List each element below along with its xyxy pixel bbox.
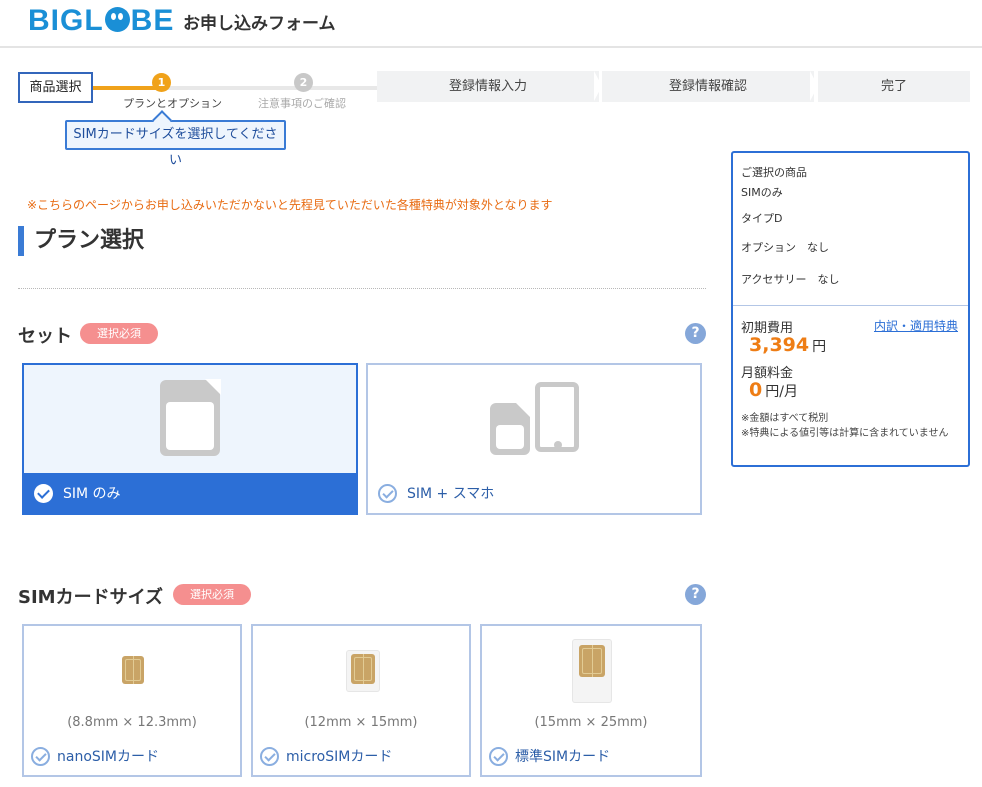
summary-option: オプション なし xyxy=(741,241,829,254)
smartphone-icon xyxy=(535,382,579,452)
sim-size-label: 標準SIMカード xyxy=(489,746,610,766)
breakdown-link[interactable]: 内訳・適用特典 xyxy=(874,317,958,334)
step-registration-input: 登録情報入力 xyxy=(377,71,599,102)
set-section-title: セット xyxy=(18,326,72,347)
substep-1-number: 1 xyxy=(152,73,171,92)
benefit-notice: ※こちらのページからお申し込みいただかないと先程見ていただいた各種特典が対象外と… xyxy=(27,198,553,212)
step-product-selection: 商品選択 xyxy=(18,72,93,103)
step-registration-confirm: 登録情報確認 xyxy=(602,71,814,102)
help-icon[interactable]: ? xyxy=(685,584,706,605)
summary-accessory: アクセサリー なし xyxy=(741,273,840,286)
tax-note: ※金額はすべて税別 xyxy=(741,413,829,424)
sim-size-label: microSIMカード xyxy=(260,746,392,766)
sim-dimensions: (8.8mm × 12.3mm) xyxy=(67,715,197,730)
summary-product: SIMのみ xyxy=(741,186,783,199)
step-separator xyxy=(594,71,602,101)
logo-face-icon xyxy=(104,7,130,32)
biglobe-logo[interactable]: BIGL BE xyxy=(28,4,174,38)
option-label: SIM + スマホ xyxy=(407,486,495,502)
header-title: お申し込みフォーム xyxy=(183,14,336,34)
instruction-tooltip: SIMカードサイズを選択してください xyxy=(65,120,286,168)
sim-size-section-title: SIMカードサイズ xyxy=(18,587,164,608)
step-separator xyxy=(810,71,818,101)
summary-heading: ご選択の商品 xyxy=(741,166,807,179)
check-icon xyxy=(31,746,50,766)
nano-sim-icon xyxy=(122,656,144,684)
summary-type: タイプD xyxy=(741,212,783,225)
sim-card-icon xyxy=(160,379,221,456)
check-icon xyxy=(34,483,53,503)
sim-dimensions: (12mm × 15mm) xyxy=(304,715,418,730)
required-badge: 選択必須 xyxy=(173,584,251,605)
substep-2-label: 注意事項のご確認 xyxy=(258,97,346,110)
substep-1-label: プランとオプション xyxy=(123,97,222,110)
option-standard-sim[interactable]: (15mm × 25mm) 標準SIMカード xyxy=(480,624,702,777)
sim-and-phone-icon xyxy=(490,402,531,455)
option-micro-sim[interactable]: (12mm × 15mm) microSIMカード xyxy=(251,624,471,777)
check-icon xyxy=(378,483,397,503)
initial-cost-value: 3,394 円 xyxy=(749,334,827,356)
monthly-fee-value: 0 円/月 xyxy=(749,379,798,401)
option-bar: SIM のみ xyxy=(24,473,356,513)
discount-note: ※特典による値引等は計算に含まれていません xyxy=(741,428,949,439)
sim-chip-icon xyxy=(351,654,375,684)
site-header: BIGL BE お申し込みフォーム xyxy=(0,0,982,48)
option-bar: SIM + スマホ xyxy=(368,473,700,513)
summary-divider xyxy=(733,305,968,306)
option-label: SIM のみ xyxy=(63,486,121,502)
check-icon xyxy=(489,746,508,766)
sim-dimensions: (15mm × 25mm) xyxy=(534,715,648,730)
step-complete: 完了 xyxy=(818,71,970,102)
page-title: プラン選択 xyxy=(18,226,144,256)
help-icon[interactable]: ? xyxy=(685,323,706,344)
option-sim-only[interactable]: SIM のみ xyxy=(22,363,358,515)
check-icon xyxy=(260,746,279,766)
divider xyxy=(18,288,706,289)
sim-size-label: nanoSIMカード xyxy=(31,746,159,766)
option-sim-plus-phone[interactable]: SIM + スマホ xyxy=(366,363,702,515)
substep-track-active xyxy=(93,86,161,90)
required-badge: 選択必須 xyxy=(80,323,158,344)
option-nano-sim[interactable]: (8.8mm × 12.3mm) nanoSIMカード xyxy=(22,624,242,777)
order-summary: ご選択の商品 SIMのみ タイプD オプション なし アクセサリー なし 初期費… xyxy=(731,151,970,467)
sim-chip-icon xyxy=(579,645,605,677)
substep-2-number: 2 xyxy=(294,73,313,92)
